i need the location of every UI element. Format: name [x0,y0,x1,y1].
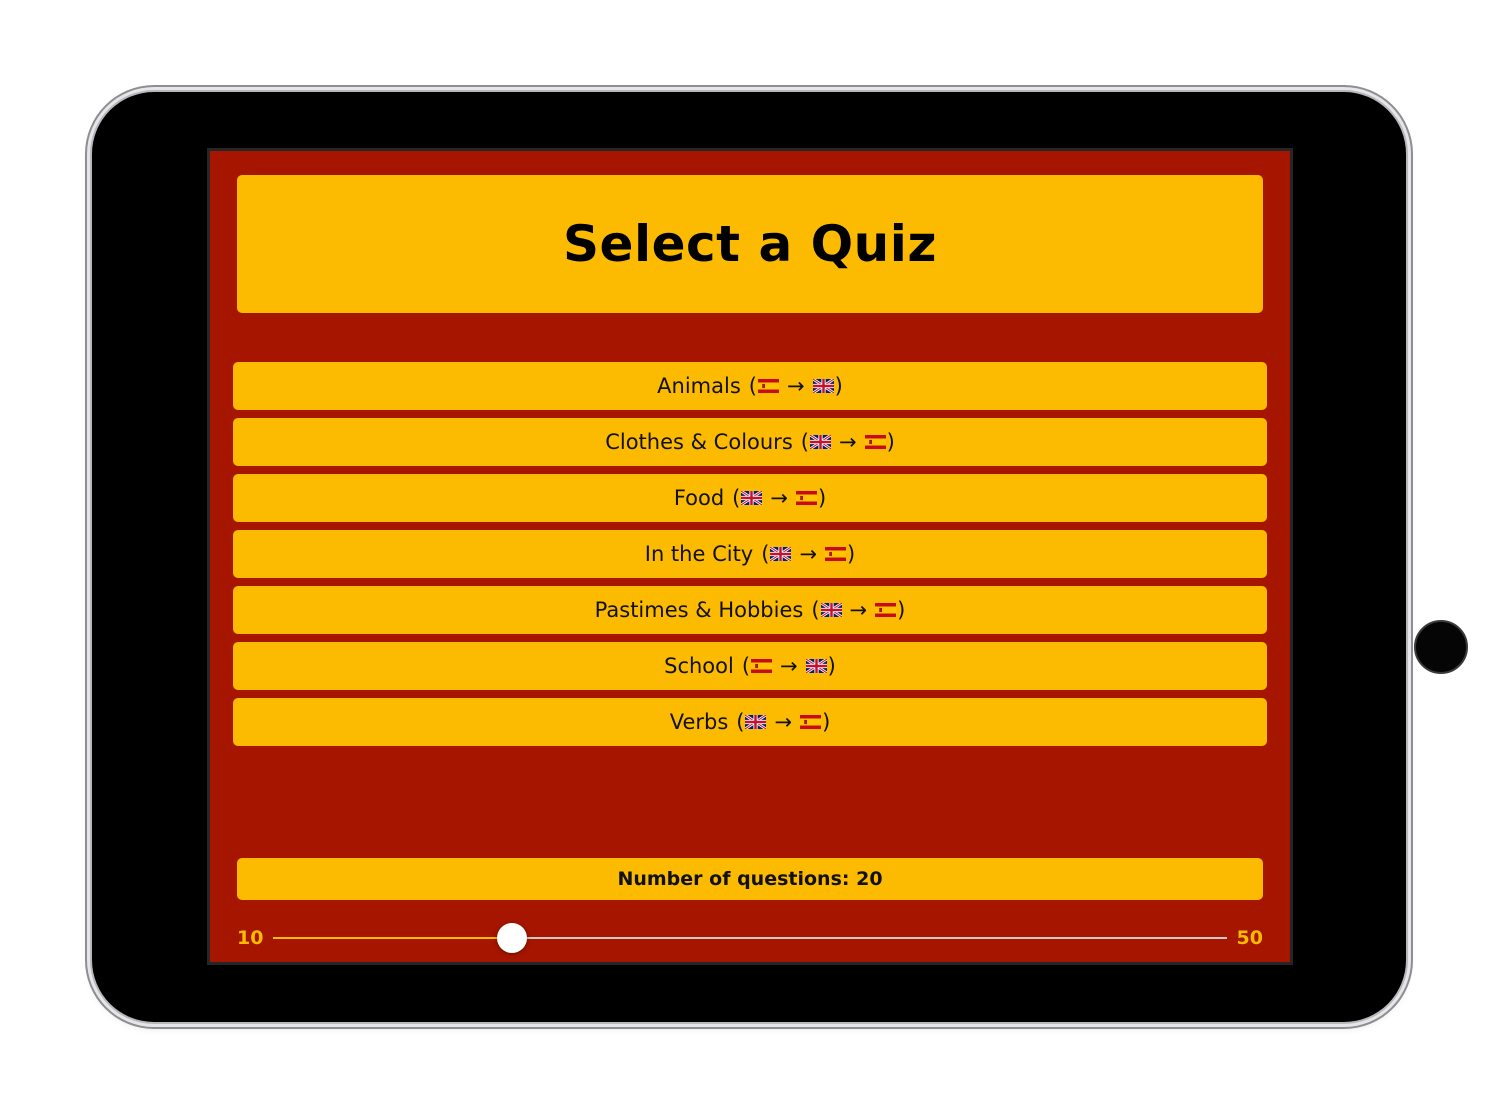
close-paren: ) [886,430,895,454]
quiz-name: In the City [644,542,754,566]
open-paren: ( [732,486,741,510]
slider-track[interactable] [273,923,1227,953]
close-paren: ) [834,374,843,398]
quiz-button[interactable]: Food ( →) [233,474,1267,522]
close-paren: ) [817,486,827,510]
slider-max-label: 50 [1236,927,1263,949]
uk-flag-icon [805,659,827,673]
spain-flag-icon [825,547,847,561]
close-paren: ) [847,542,856,566]
quiz-name: Verbs [669,710,729,734]
uk-flag-icon [770,547,792,561]
home-button[interactable] [1414,620,1468,674]
quiz-name: Food [673,486,725,510]
quiz-name: Animals [657,374,741,398]
quiz-button[interactable]: In the City ( →) [233,530,1267,578]
quiz-button[interactable]: Verbs ( →) [233,698,1267,746]
close-paren: ) [827,654,836,678]
arrow-right-icon: → [849,598,868,622]
uk-flag-icon [812,379,834,393]
spain-flag-icon [800,715,822,729]
question-count-slider[interactable]: 10 50 [237,921,1263,955]
quiz-name: School [664,654,734,678]
open-paren: ( [811,598,820,622]
close-paren: ) [897,598,906,622]
spain-flag-icon [758,379,779,393]
quiz-button[interactable]: School ( →) [233,642,1267,690]
slider-thumb[interactable] [496,923,527,953]
question-count-label: Number of questions: 20 [237,858,1263,900]
quiz-button[interactable]: Pastimes & Hobbies ( →) [233,586,1267,634]
quiz-button[interactable]: Animals ( →) [233,362,1267,410]
slider-min-label: 10 [237,927,264,949]
open-paren: ( [800,430,809,454]
quiz-name: Clothes & Colours [605,430,793,454]
app-screen: Select a Quiz Animals(→) Clothes & Colour… [207,148,1293,965]
spain-flag-icon [751,659,773,673]
quiz-name: Pastimes & Hobbies [594,598,804,622]
header-banner: Select a Quiz [237,175,1263,313]
spain-flag-icon [875,603,897,617]
spain-flag-icon [795,491,817,505]
uk-flag-icon [820,603,842,617]
open-paren: ( [741,654,751,678]
close-paren: ) [822,710,831,734]
arrow-right-icon: → [770,486,788,510]
uk-flag-icon [809,435,831,449]
uk-flag-icon [745,715,767,729]
quiz-list: Animals(→) Clothes & Colours(→) Food(→) In … [233,362,1267,754]
page-title: Select a Quiz [563,215,937,273]
arrow-right-icon: → [780,654,798,678]
arrow-right-icon: → [838,430,857,454]
open-paren: ( [761,542,770,566]
quiz-button[interactable]: Clothes & Colours ( →) [233,418,1267,466]
uk-flag-icon [741,491,763,505]
open-paren: ( [748,374,757,398]
open-paren: ( [736,710,745,734]
slider-fill [273,937,512,939]
question-count-text: Number of questions: 20 [617,868,883,890]
spain-flag-icon [864,435,886,449]
arrow-right-icon: → [774,710,793,734]
arrow-right-icon: → [799,542,818,566]
arrow-right-icon: → [787,374,805,398]
